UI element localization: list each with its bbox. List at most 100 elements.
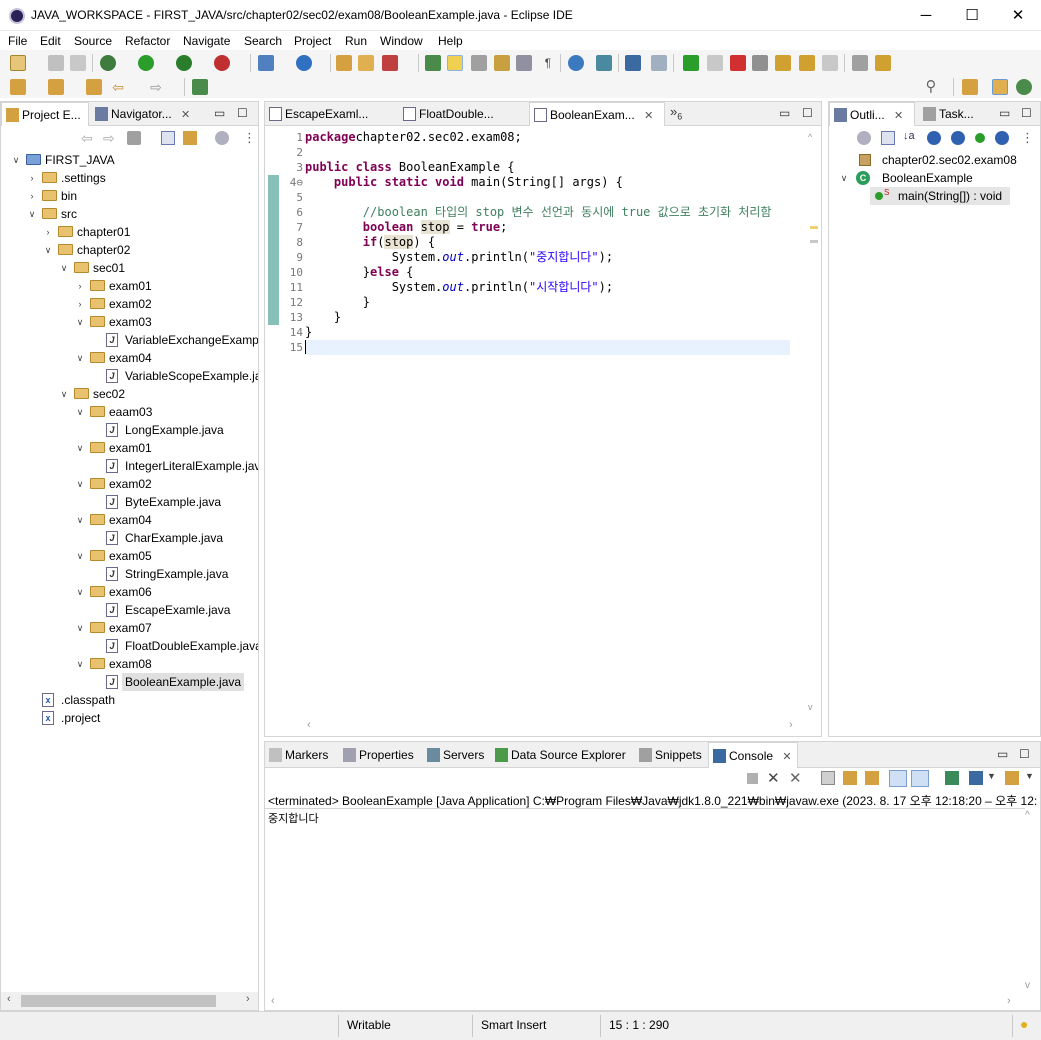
- show-console-on-output-icon[interactable]: [889, 770, 907, 787]
- horizontal-scrollbar[interactable]: ‹ ›: [1, 992, 258, 1010]
- tree-item[interactable]: x .classpath: [1, 691, 258, 709]
- hide-fields-icon[interactable]: [927, 131, 941, 145]
- tab-console[interactable]: Console ✕: [708, 742, 798, 768]
- chevron-right-icon[interactable]: ›: [43, 223, 53, 241]
- code-line[interactable]: boolean stop = true;: [305, 220, 790, 235]
- pin-icon[interactable]: [596, 55, 612, 71]
- drop-to-frame-icon[interactable]: [875, 55, 891, 71]
- code-line[interactable]: [305, 340, 790, 355]
- console-vertical-scrollbar[interactable]: ^ v: [1022, 810, 1038, 996]
- annotation-icon[interactable]: [425, 55, 441, 71]
- chevron-down-icon[interactable]: ∨: [27, 205, 37, 223]
- code-line[interactable]: packagechapter02.sec02.exam08;: [305, 130, 790, 145]
- debug-icon[interactable]: [100, 55, 116, 71]
- collapse-all-icon[interactable]: [881, 131, 895, 145]
- tree-item[interactable]: › exam02: [1, 295, 258, 313]
- maximize-button[interactable]: ☐: [949, 0, 995, 31]
- tab-snippets[interactable]: Snippets: [635, 742, 705, 768]
- external-tools-icon[interactable]: [214, 55, 230, 71]
- back-icon[interactable]: ⇦: [110, 79, 126, 95]
- pin-editor-icon[interactable]: [192, 79, 208, 95]
- chevron-down-icon[interactable]: ∨: [75, 439, 85, 457]
- tree-item[interactable]: ∨ sec01: [1, 259, 258, 277]
- tree-item[interactable]: J BooleanExample.java: [1, 673, 258, 691]
- minimize-view-icon[interactable]: ▭: [999, 106, 1010, 120]
- word-wrap-icon[interactable]: [865, 771, 879, 785]
- tree-item[interactable]: x .project: [1, 709, 258, 727]
- tree-item[interactable]: › chapter01: [1, 223, 258, 241]
- minimize-button[interactable]: ─: [903, 0, 949, 31]
- maximize-view-icon[interactable]: ☐: [1021, 106, 1032, 120]
- hide-static-icon[interactable]: [951, 131, 965, 145]
- tree-item[interactable]: ∨ exam03: [1, 313, 258, 331]
- run-icon[interactable]: [138, 55, 154, 71]
- search-icon[interactable]: ⚲: [923, 79, 939, 95]
- chevron-down-icon[interactable]: ∨: [75, 547, 85, 565]
- tree-item[interactable]: J IntegerLiteralExample.java: [1, 457, 258, 475]
- tree-item[interactable]: ∨ chapter02: [1, 241, 258, 259]
- overview-ruler[interactable]: ^ v: [807, 130, 821, 718]
- code-line[interactable]: }else {: [305, 265, 790, 280]
- terminate-icon[interactable]: [730, 55, 746, 71]
- chevron-down-icon[interactable]: ∨: [75, 313, 85, 331]
- previous-annotation-icon[interactable]: [48, 79, 64, 95]
- pin-console-icon[interactable]: [945, 771, 959, 785]
- chevron-down-icon[interactable]: ∨: [75, 511, 85, 529]
- tree-item[interactable]: ∨ sec02: [1, 385, 258, 403]
- chevron-down-icon[interactable]: ∨: [11, 151, 21, 169]
- show-whitespace-icon[interactable]: [516, 55, 532, 71]
- chevron-down-icon[interactable]: ∨: [75, 475, 85, 493]
- tree-item[interactable]: J VariableExchangeExampl: [1, 331, 258, 349]
- filters-icon[interactable]: [857, 131, 871, 145]
- code-line[interactable]: public class BooleanExample {: [305, 160, 790, 175]
- save-all-icon[interactable]: [70, 55, 86, 71]
- new-class-icon[interactable]: [296, 55, 312, 71]
- maximize-view-icon[interactable]: ☐: [237, 106, 248, 120]
- hide-non-public-icon[interactable]: [975, 133, 985, 143]
- code-line[interactable]: }: [305, 295, 790, 310]
- new-icon[interactable]: [10, 55, 26, 71]
- chevron-right-icon[interactable]: ›: [27, 169, 37, 187]
- step-return-icon[interactable]: [822, 55, 838, 71]
- sort-icon[interactable]: ↓a: [903, 130, 915, 142]
- code-line[interactable]: System.out.println("시작합니다");: [305, 280, 790, 295]
- chevron-down-icon[interactable]: ∨: [43, 241, 53, 259]
- tab-navigator[interactable]: Navigator... ✕: [91, 102, 201, 126]
- chevron-down-icon[interactable]: ∨: [75, 619, 85, 637]
- code-line[interactable]: [305, 145, 790, 160]
- scrollbar-thumb[interactable]: [21, 995, 216, 1007]
- breadcrumb-icon[interactable]: [494, 55, 510, 71]
- open-perspective-icon[interactable]: [962, 79, 978, 95]
- maximize-view-icon[interactable]: ☐: [1019, 747, 1030, 761]
- tree-item[interactable]: ∨ exam06: [1, 583, 258, 601]
- tree-item[interactable]: ∨ exam08: [1, 655, 258, 673]
- tree-item[interactable]: J FloatDoubleExample.java: [1, 637, 258, 655]
- code-line[interactable]: if(stop) {: [305, 235, 790, 250]
- maximize-view-icon[interactable]: ☐: [802, 106, 813, 120]
- chevron-down-icon[interactable]: ∨: [59, 259, 69, 277]
- up-icon[interactable]: [127, 131, 141, 145]
- code-line[interactable]: }: [305, 310, 790, 325]
- tab-servers[interactable]: Servers: [423, 742, 489, 768]
- chevron-down-icon[interactable]: ▼: [987, 771, 996, 781]
- java-perspective-icon[interactable]: [992, 79, 1008, 95]
- chevron-right-icon[interactable]: ›: [27, 187, 37, 205]
- menu-search[interactable]: Search: [244, 34, 282, 48]
- tree-item[interactable]: J EscapeExamle.java: [1, 601, 258, 619]
- chevron-down-icon[interactable]: ∨: [75, 403, 85, 421]
- menu-navigate[interactable]: Navigate: [183, 34, 230, 48]
- editor-horizontal-scrollbar[interactable]: ‹ ›: [305, 718, 805, 734]
- clear-console-icon[interactable]: [821, 771, 835, 785]
- tree-item[interactable]: J CharExample.java: [1, 529, 258, 547]
- filters-icon[interactable]: [215, 131, 229, 145]
- code-line[interactable]: }: [305, 325, 790, 340]
- tree-item[interactable]: ∨ exam04: [1, 349, 258, 367]
- tab-overflow-button[interactable]: »6: [670, 104, 682, 122]
- code-line[interactable]: //boolean 타입의 stop 변수 선언과 동시에 true 값으로 초…: [305, 205, 790, 220]
- tree-item[interactable]: ∨ exam01: [1, 439, 258, 457]
- outline-package-item[interactable]: chapter02.sec02.exam08: [829, 151, 1040, 169]
- tab-markers[interactable]: Markers: [265, 742, 337, 768]
- disconnect-icon[interactable]: [752, 55, 768, 71]
- terminate-icon[interactable]: [747, 773, 758, 784]
- last-edit-location-icon[interactable]: [86, 79, 102, 95]
